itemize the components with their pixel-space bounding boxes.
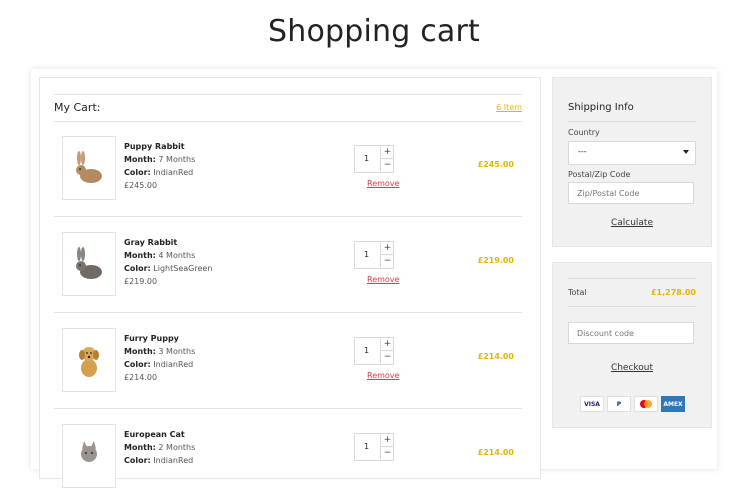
postal-code-input[interactable] [568,182,694,204]
divider [568,121,696,122]
cart-label: My Cart: [54,101,101,114]
order-summary-panel: Total £1,278.00 Checkout VISA P AMEX [552,262,712,428]
month-value: 4 Months [158,251,196,260]
quantity-value[interactable]: 1 [364,442,369,451]
total-label: Total [568,288,587,297]
divider [568,306,696,307]
increase-button[interactable]: + [380,242,394,255]
shipping-info-panel: Shipping Info Country --- Postal/Zip Cod… [552,77,712,247]
amex-label: AMEX [663,400,683,408]
chevron-down-icon [683,150,689,154]
line-total: £214.00 [477,448,514,457]
shipping-title: Shipping Info [568,102,634,113]
unit-price: £245.00 [124,181,158,190]
total-value: £1,278.00 [650,288,696,297]
increase-button[interactable]: + [380,338,394,351]
amex-icon: AMEX [661,396,685,412]
month-label: Month: [124,443,156,452]
country-selected-value: --- [578,147,587,156]
unit-price: £219.00 [124,277,158,286]
product-image[interactable] [62,328,116,392]
color-value: IndianRed [153,168,194,177]
rabbit-icon [76,151,102,183]
month-value: 2 Months [158,443,196,452]
cat-icon [81,441,97,462]
quantity-stepper[interactable]: 1 + − [354,337,394,365]
product-name[interactable]: Furry Puppy [124,332,195,345]
cart-item: European Cat Month: 2 Months Color: Indi… [54,408,522,504]
color-value: IndianRed [153,360,194,369]
cart-item: Furry Puppy Month: 3 Months Color: India… [54,312,522,409]
quantity-stepper[interactable]: 1 + − [354,145,394,173]
color-value: IndianRed [153,456,194,465]
checkout-button[interactable]: Checkout [553,363,711,373]
product-image[interactable] [62,136,116,200]
calculate-button[interactable]: Calculate [553,218,711,228]
divider [568,278,696,279]
puppy-icon [79,347,99,377]
product-name[interactable]: European Cat [124,428,195,441]
postal-label: Postal/Zip Code [568,170,631,179]
cart-item-count-link[interactable]: 6 Item [496,103,522,112]
product-image[interactable] [62,232,116,296]
product-name[interactable]: Puppy Rabbit [124,140,195,153]
line-total: £219.00 [477,256,514,265]
rabbit-icon [76,247,102,279]
month-label: Month: [124,251,156,260]
paypal-icon: P [607,396,631,412]
remove-link[interactable]: Remove [367,179,399,188]
decrease-button[interactable]: − [380,159,394,171]
product-info: European Cat Month: 2 Months Color: Indi… [124,428,195,467]
product-info: Puppy Rabbit Month: 7 Months Color: Indi… [124,140,195,192]
cart-item: Gray Rabbit Month: 4 Months Color: Light… [54,216,522,313]
cart-item: Puppy Rabbit Month: 7 Months Color: Indi… [54,120,522,217]
month-label: Month: [124,347,156,356]
quantity-value[interactable]: 1 [364,250,369,259]
quantity-value[interactable]: 1 [364,346,369,355]
increase-button[interactable]: + [380,434,394,447]
paypal-label: P [616,400,622,408]
product-info: Gray Rabbit Month: 4 Months Color: Light… [124,236,212,288]
product-image[interactable] [62,424,116,488]
quantity-value[interactable]: 1 [364,154,369,163]
decrease-button[interactable]: − [380,255,394,267]
visa-icon: VISA [580,396,604,412]
line-total: £214.00 [477,352,514,361]
increase-button[interactable]: + [380,146,394,159]
color-label: Color: [124,264,151,273]
discount-code-input[interactable] [568,322,694,344]
product-name[interactable]: Gray Rabbit [124,236,212,249]
country-label: Country [568,128,600,137]
visa-label: VISA [584,400,600,408]
month-value: 3 Months [158,347,196,356]
color-label: Color: [124,168,151,177]
quantity-stepper[interactable]: 1 + − [354,241,394,269]
month-label: Month: [124,155,156,164]
unit-price: £214.00 [124,373,158,382]
remove-link[interactable]: Remove [367,275,399,284]
line-total: £245.00 [477,160,514,169]
decrease-button[interactable]: − [380,351,394,363]
mastercard-icon [634,396,658,412]
page-title: Shopping cart [268,14,480,49]
country-select[interactable]: --- [568,141,696,165]
decrease-button[interactable]: − [380,447,394,459]
color-value: LightSeaGreen [153,264,213,273]
color-label: Color: [124,360,151,369]
mastercard-logo [640,400,652,408]
month-value: 7 Months [158,155,196,164]
color-label: Color: [124,456,151,465]
product-info: Furry Puppy Month: 3 Months Color: India… [124,332,195,384]
quantity-stepper[interactable]: 1 + − [354,433,394,461]
cart-header: My Cart: 6 Item [54,94,522,122]
remove-link[interactable]: Remove [367,371,399,380]
